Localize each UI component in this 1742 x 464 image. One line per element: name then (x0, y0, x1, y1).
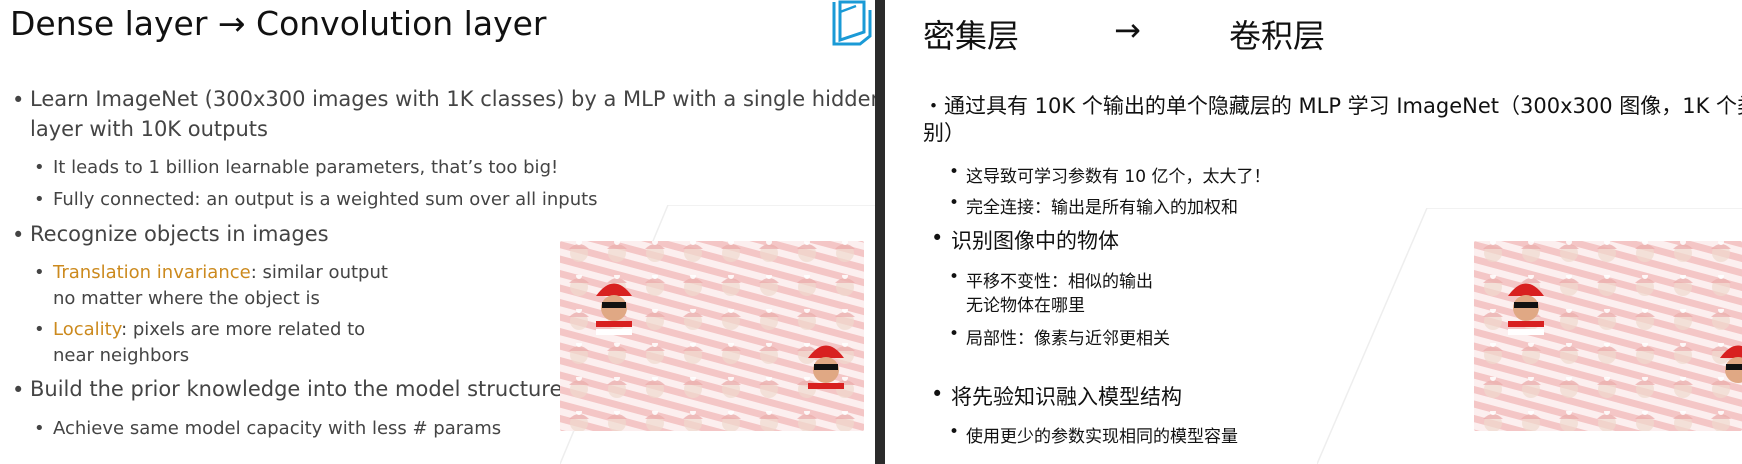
bullet-imagenet-line2: 别） (923, 121, 965, 145)
bullet-dot: • (34, 157, 45, 178)
bullet-dot: • (931, 382, 944, 406)
accent-term: Translation invariance (53, 262, 251, 283)
slide-title: Dense layer → Convolution layer (10, 4, 547, 43)
bullet-dot: • (12, 378, 25, 402)
right-slide-panel: 密集层 → 卷积层 ・通过具有 10K 个输出的单个隐藏层的 MLP 学习 Im… (885, 0, 1742, 464)
sub-bullet-billion-params: It leads to 1 billion learnable paramete… (53, 157, 559, 178)
panel-divider (875, 0, 885, 464)
sub-bullet-fully-connected: Fully connected: an output is a weighted… (53, 189, 598, 210)
bullet-prior-knowledge: 将先验知识融入模型结构 (951, 385, 1182, 409)
waldo-crowd-image (560, 241, 864, 431)
sub-bullet-model-capacity: 使用更少的参数实现相同的模型容量 (966, 427, 1238, 447)
slide-title-left: 密集层 (923, 17, 1020, 55)
left-slide-panel: Dense layer → Convolution layer • Learn … (0, 0, 875, 464)
bullet-imagenet-line1: Learn ImageNet (300x300 images with 1K c… (30, 87, 875, 111)
bullet-dot: • (949, 193, 960, 213)
bullet-dot: • (949, 267, 960, 287)
sub-bullet-model-capacity: Achieve same model capacity with less # … (53, 418, 502, 439)
bullet-dot: • (931, 226, 944, 250)
sub-bullet-translation-invariance: 平移不变性：相似的输出 (966, 272, 1153, 292)
bullet-dot: • (12, 223, 25, 247)
bullet-recognize-objects: Recognize objects in images (30, 222, 329, 246)
bullet-dot: • (12, 88, 25, 112)
bullet-recognize-objects: 识别图像中的物体 (951, 229, 1119, 253)
sub-bullet-translation-invariance: Translation invariance: similar output (53, 262, 388, 283)
bullet-dot: • (34, 418, 45, 439)
sub-bullet-fully-connected: 完全连接：输出是所有输入的加权和 (966, 198, 1238, 218)
accent-term: Locality (53, 319, 122, 340)
slide-title-arrow: → (1114, 11, 1141, 49)
sub-bullet-locality: 局部性：像素与近邻更相关 (966, 329, 1170, 349)
bullet-imagenet-line2: layer with 10K outputs (30, 117, 268, 141)
bullet-dot: • (949, 324, 960, 344)
bullet-dot: • (34, 319, 45, 340)
sub-bullet-locality-line2: near neighbors (53, 345, 190, 366)
sub-bullet-billion-params: 这导致可学习参数有 10 亿个，太大了！ (966, 167, 1271, 187)
bullet-dot: • (34, 189, 45, 210)
bullet-dot: • (34, 262, 45, 283)
bullet-dot: • (949, 422, 960, 442)
book-logo-icon (830, 0, 874, 48)
sub-bullet-locality: Locality: pixels are more related to (53, 319, 366, 340)
sub-bullet-translation-invariance-line2: 无论物体在哪里 (966, 296, 1085, 316)
bullet-prior-knowledge: Build the prior knowledge into the model… (30, 377, 563, 401)
bullet-dot: • (949, 162, 960, 182)
sub-bullet-translation-invariance-line2: no matter where the object is (53, 288, 320, 309)
waldo-crowd-image (1474, 241, 1742, 431)
bullet-imagenet-line1: ・通过具有 10K 个输出的单个隐藏层的 MLP 学习 ImageNet（300… (923, 94, 1742, 118)
slide-title-right: 卷积层 (1229, 17, 1326, 55)
